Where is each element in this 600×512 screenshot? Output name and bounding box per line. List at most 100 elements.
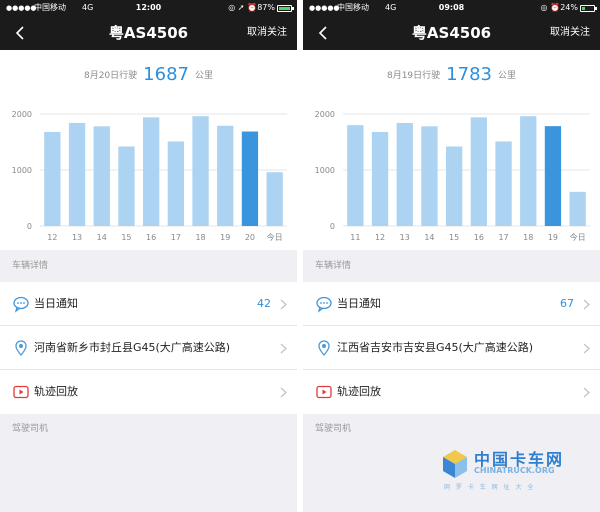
bar[interactable]: [470, 117, 488, 226]
x-tick-label: 16: [146, 233, 156, 242]
chevron-right-icon: [583, 387, 590, 398]
chevron-right-icon: [583, 343, 590, 354]
x-tick-label: 20: [245, 233, 255, 242]
location-label: 江西省吉安市吉安县G45(大广高速公路): [337, 341, 534, 354]
location-row[interactable]: 河南省新乡市封丘县G45(大广高速公路): [0, 326, 297, 370]
bar[interactable]: [118, 146, 135, 226]
watermark-tagline: 网 罗 卡 车 网 址 大 全: [444, 484, 536, 491]
mileage-bar-chart: 0 1000 2000 12 13 14 15 16 17 18 19 20 今日: [12, 110, 287, 242]
bar[interactable]: [266, 172, 283, 226]
x-tick-label: 14: [424, 233, 434, 242]
bar[interactable]: [142, 117, 160, 226]
bar[interactable]: [520, 116, 537, 226]
nav-bar: 粤AS4506 取消关注: [303, 16, 600, 50]
x-tick-label: 12: [47, 233, 57, 242]
distance-value: 1783: [446, 64, 492, 85]
play-video-icon: [13, 385, 29, 399]
x-tick-label: 今日: [267, 232, 283, 242]
bar[interactable]: [569, 191, 586, 226]
bar[interactable]: [217, 125, 234, 226]
x-tick-label: 15: [449, 233, 459, 242]
x-tick-label: 17: [171, 233, 181, 242]
daily-notice-count: 42: [257, 297, 271, 310]
x-tick-label: 14: [97, 233, 107, 242]
section-driver: 驾驶司机: [315, 424, 352, 434]
daily-notice-row[interactable]: 当日通知 42: [0, 282, 297, 326]
bar[interactable]: [347, 125, 364, 226]
x-tick-label: 17: [498, 233, 508, 242]
daily-notice-label: 当日通知: [34, 297, 78, 310]
x-tick-label: 今日: [570, 232, 586, 242]
phone-screen-left: ●●●●● 中国移动 4G 12:00 ◎ ➚ ⏰ 87% 粤AS4506 取消…: [0, 0, 297, 512]
date-label: 8月20日行驶: [83, 71, 138, 81]
x-tick-label: 18: [523, 233, 533, 242]
unfollow-button[interactable]: 取消关注: [247, 16, 287, 50]
distance-value: 1687: [143, 64, 189, 85]
nav-bar: 粤AS4506 取消关注: [0, 16, 297, 50]
y-tick-label: 1000: [12, 166, 32, 175]
x-tick-label: 16: [474, 233, 484, 242]
location-pin-icon: [318, 340, 330, 356]
x-tick-label: 15: [121, 233, 131, 242]
battery-level: [279, 7, 291, 10]
mileage-summary: 8月20日行驶 1687 公里 0 1000 2000 12 13 14 15 16 17 18 19 2…: [0, 50, 297, 250]
date-label: 8月19日行驶: [386, 71, 441, 81]
watermark-logo: 中国卡车网 CHINATRUCK.ORG 网 罗 卡 车 网 址 大 全: [440, 446, 590, 496]
mileage-summary: 8月19日行驶 1783 公里 0 1000 2000 11 12 13 14 15 16 17 18 1…: [303, 50, 600, 250]
battery-percent: 24%: [560, 3, 578, 12]
bar[interactable]: [241, 131, 259, 226]
y-tick-label: 0: [27, 222, 32, 231]
detail-list: 当日通知 67 江西省吉安市吉安县G45(大广高速公路) 轨迹回放: [303, 282, 600, 414]
x-tick-label: 19: [548, 233, 558, 242]
x-tick-label: 13: [400, 233, 410, 242]
battery-icon: [277, 5, 294, 12]
distance-unit: 公里: [194, 71, 213, 81]
chevron-right-icon: [280, 299, 287, 310]
track-playback-row[interactable]: 轨迹回放: [303, 370, 600, 414]
status-icons: ◎ ⏰: [540, 3, 560, 12]
x-tick-label: 19: [220, 233, 230, 242]
status-bar: ●●●●● 中国移动 4G 12:00 ◎ ➚ ⏰ 87%: [0, 0, 297, 16]
play-video-icon: [316, 385, 332, 399]
bar[interactable]: [445, 146, 463, 226]
chevron-right-icon: [280, 387, 287, 398]
location-pin-icon: [15, 340, 27, 356]
bar[interactable]: [68, 122, 86, 226]
daily-notice-label: 当日通知: [337, 297, 381, 310]
location-row[interactable]: 江西省吉安市吉安县G45(大广高速公路): [303, 326, 600, 370]
location-label: 河南省新乡市封丘县G45(大广高速公路): [34, 341, 231, 354]
section-vehicle-details: 车辆详情: [12, 261, 49, 271]
section-driver: 驾驶司机: [12, 424, 49, 434]
bar[interactable]: [396, 122, 413, 226]
track-playback-label: 轨迹回放: [337, 385, 381, 398]
status-icons: ◎ ➚ ⏰: [228, 3, 257, 12]
phone-screen-right: ●●●●● 中国移动 4G 09:08 ◎ ⏰ 24% 粤AS4506 取消关注…: [303, 0, 600, 512]
bar[interactable]: [544, 126, 562, 226]
bar[interactable]: [421, 126, 438, 226]
x-tick-label: 18: [195, 233, 205, 242]
detail-list: 当日通知 42 河南省新乡市封丘县G45(大广高速公路) 轨迹回放: [0, 282, 297, 414]
bar[interactable]: [192, 116, 209, 226]
bar[interactable]: [495, 141, 512, 226]
bar[interactable]: [371, 131, 389, 226]
x-tick-label: 12: [375, 233, 385, 242]
daily-notice-row[interactable]: 当日通知 67: [303, 282, 600, 326]
x-tick-label: 13: [72, 233, 82, 242]
section-vehicle-details: 车辆详情: [315, 261, 352, 271]
y-tick-label: 0: [330, 222, 335, 231]
y-tick-label: 2000: [12, 110, 32, 119]
bar[interactable]: [167, 141, 185, 226]
battery-level: [582, 7, 586, 10]
y-tick-label: 2000: [315, 110, 335, 119]
bar[interactable]: [93, 126, 110, 226]
chevron-right-icon: [280, 343, 287, 354]
chat-bubble-icon: [316, 296, 332, 313]
y-tick-label: 1000: [315, 166, 335, 175]
bar[interactable]: [44, 131, 61, 226]
track-playback-row[interactable]: 轨迹回放: [0, 370, 297, 414]
unfollow-button[interactable]: 取消关注: [550, 16, 590, 50]
watermark-name-en: CHINATRUCK.ORG: [474, 466, 555, 475]
battery-icon: [580, 5, 597, 12]
distance-unit: 公里: [497, 71, 516, 81]
daily-notice-count: 67: [560, 297, 574, 310]
